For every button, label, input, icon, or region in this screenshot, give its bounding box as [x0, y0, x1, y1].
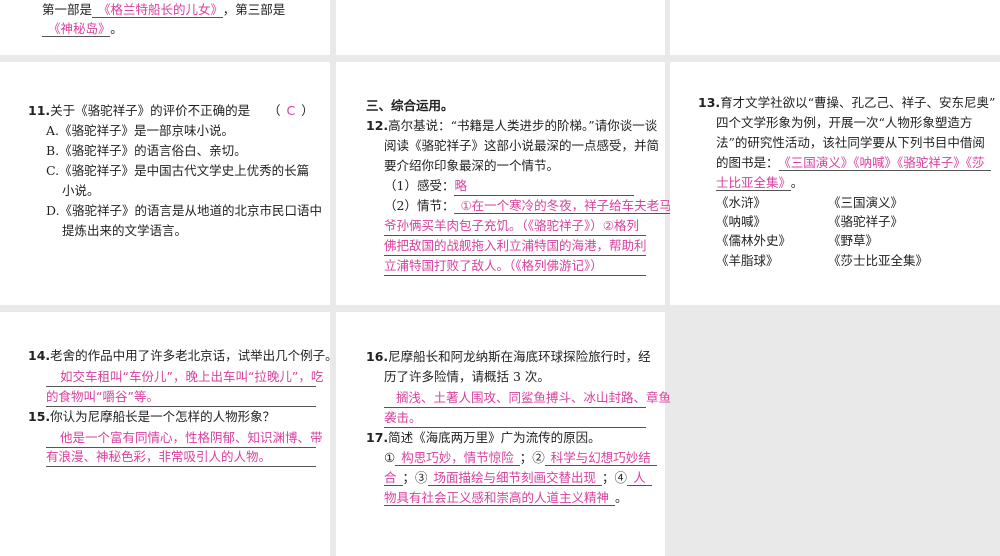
q12-part2: （2）情节： ①在一个寒冷的冬夜，祥子给车夫老马	[384, 197, 678, 215]
book-item: 《三国演义》	[828, 195, 904, 210]
panel-q14-q15: 14.老舍的作品中用了许多老北京话，试举出几个例子。 如交车租叫“车份儿”，晚上…	[0, 312, 338, 556]
text: 。	[790, 175, 804, 190]
section-heading: 三、综合运用。	[366, 98, 454, 113]
question-number: 13.	[698, 95, 721, 110]
q17-stem: 17.简述《海底两万里》广为流传的原因。	[366, 429, 601, 447]
option-c: C.《骆驼祥子》是中国古代文学史上优秀的长篇	[46, 163, 310, 178]
text: ）	[301, 103, 314, 118]
q17-line-1: ① 构思巧妙，情节惊险 ；② 科学与幻想巧妙结	[384, 449, 657, 467]
answer-line: 他是一个富有同情心，性格阴郁、知识渊博、带	[46, 429, 323, 448]
question-number: 17.	[366, 430, 389, 445]
book-item: 《骆驼祥子》	[828, 214, 904, 229]
text: 育才文学社欲以“曹操、孔乙己、祥子、安东尼奥”	[720, 95, 996, 110]
answer: 略	[454, 177, 635, 196]
answer: C	[286, 103, 296, 118]
text: 历了许多险情，请概括 3 次。	[384, 369, 550, 384]
answer-line: 的食物叫“嚼谷”等。	[46, 388, 316, 407]
book-item: 《呐喊》	[716, 214, 767, 229]
q10-line-1: 第一部是 《格兰特船长的儿女》 ，第三部是	[42, 1, 285, 19]
answer-line: 爷孙俩买羊肉包子充饥。（《骆驼祥子》）②格列	[384, 217, 646, 236]
q13-stem: 13.育才文学社欲以“曹操、孔乙己、祥子、安东尼奥”	[698, 94, 995, 112]
book-item: 《儒林外史》	[716, 233, 792, 248]
question-number: 15.	[28, 409, 51, 424]
panel-q16-q17: 16.尼摩船长和阿龙纳斯在海底环球探险旅行时，经 历了许多险情，请概括 3 次。…	[336, 312, 671, 556]
q16-stem: 16.尼摩船长和阿龙纳斯在海底环球探险旅行时，经	[366, 348, 651, 366]
q12-stem: 12.高尔基说：“书籍是人类进步的阶梯。”请你谈一谈	[366, 117, 657, 135]
q15-stem: 15.你认为尼摩船长是一个怎样的人物形象？	[28, 408, 275, 426]
marker: ；③	[402, 470, 428, 485]
text: 的图书是：	[716, 155, 779, 170]
panel-top-right	[670, 0, 1000, 55]
option-b: B.《骆驼祥子》的语言俗白、亲切。	[46, 143, 247, 158]
option-c-cont: 小说。	[62, 183, 100, 198]
question-number: 14.	[28, 348, 51, 363]
q14-stem: 14.老舍的作品中用了许多老北京话，试举出几个例子。	[28, 347, 338, 365]
q13-answer-cont: 士比亚全集》。	[716, 174, 803, 192]
answer: 《神秘岛》	[42, 21, 111, 37]
answer-line: 搁浅、土著人围攻、同鲨鱼搏斗、冰山封路、章鱼	[384, 389, 671, 408]
answer: ①在一个寒冷的冬夜，祥子给车夫老马	[454, 198, 678, 214]
answer-line: 有浪漫、神秘色彩，非常吸引人的人物。	[46, 448, 316, 467]
text: （	[268, 103, 281, 118]
marker: ；④	[602, 470, 628, 485]
text: 。	[110, 21, 123, 36]
answer-line: 袭击。	[384, 409, 646, 428]
text: ，第三部是	[222, 2, 286, 17]
text: 要介绍你印象最深的一个情节。	[384, 158, 560, 173]
panel-q13: 13.育才文学社欲以“曹操、孔乙己、祥子、安东尼奥” 四个文学形象为例，开展一次…	[670, 62, 1000, 305]
book-item: 《野草》	[828, 233, 879, 248]
answer: 合	[384, 470, 403, 486]
text: 。	[615, 490, 628, 505]
option-d-cont: 提炼出来的文学语言。	[62, 223, 188, 238]
panel-q11: 11.关于《骆驼祥子》的评价不正确的是 （ C ） A.《骆驼祥子》是一部京味小说。…	[0, 62, 330, 305]
label: （2）情节：	[384, 198, 455, 213]
q13-answer: 的图书是： 《三国演义》《呐喊》《骆驼祥子》《莎	[716, 154, 991, 172]
answer-line: 如交车租叫“车份儿”，晚上出车叫“拉晚儿”，吃	[46, 368, 323, 387]
answer: 构思巧妙，情节惊险	[395, 450, 520, 466]
answer: 人	[627, 470, 652, 486]
question-number: 16.	[366, 349, 389, 364]
option-d: D.《骆驼祥子》的语言是从地道的北京市民口语中	[46, 203, 323, 218]
answer: 士比亚全集》	[716, 175, 791, 191]
text: 阅读《骆驼祥子》这部小说最深的一点感受，并简	[384, 138, 660, 153]
answer: 场面描绘与细节刻画交替出现	[427, 470, 603, 486]
book-item: 《水浒》	[716, 195, 767, 210]
question-number: 11.	[28, 103, 51, 118]
text: 关于《骆驼祥子》的评价不正确的是	[50, 103, 251, 118]
text: 你认为尼摩船长是一个怎样的人物形象？	[50, 409, 276, 424]
answer: 《格兰特船长的儿女》	[92, 2, 223, 18]
answer: 科学与幻想巧妙结	[544, 450, 657, 466]
label: （1）感受：	[384, 178, 455, 193]
text: 简述《海底两万里》广为流传的原因。	[388, 430, 601, 445]
text: 四个文学形象为例，开展一次“人物形象塑造方	[716, 115, 973, 130]
q17-line-3: 物具有社会正义感和崇高的人道主义精神。	[384, 489, 628, 507]
book-item: 《莎士比亚全集》	[828, 253, 929, 268]
text: 高尔基说：“书籍是人类进步的阶梯。”请你谈一谈	[388, 118, 658, 133]
marker: ；②	[519, 450, 545, 465]
q10-line-2: 《神秘岛》。	[42, 20, 123, 38]
question-number: 12.	[366, 118, 389, 133]
q11-answer: （ C ）	[268, 102, 314, 120]
panel-top-middle	[336, 0, 665, 55]
q11-stem: 11.关于《骆驼祥子》的评价不正确的是	[28, 102, 250, 120]
text: 第一部是	[42, 2, 93, 17]
marker: ①	[384, 450, 396, 465]
answer: 《三国演义》《呐喊》《骆驼祥子》《莎	[778, 155, 991, 171]
option-a: A.《骆驼祥子》是一部京味小说。	[46, 123, 235, 138]
book-item: 《羊脂球》	[716, 253, 779, 268]
text: 老舍的作品中用了许多老北京话，试举出几个例子。	[50, 348, 338, 363]
q17-line-2: 合；③ 场面描绘与细节刻画交替出现 ；④ 人	[384, 469, 652, 487]
answer-line: 立浦特国打败了敌人。（《格列佛游记》）	[384, 257, 646, 276]
q12-part1: （1）感受：略	[384, 177, 646, 196]
answer: 物具有社会正义感和崇高的人道主义精神	[384, 490, 616, 506]
panel-top-left: 第一部是 《格兰特船长的儿女》 ，第三部是 《神秘岛》。	[0, 0, 330, 55]
answer-line: 佛把敌国的战舰拖入利立浦特国的海港，帮助利	[384, 237, 647, 256]
text: 法”的研究性活动，该社同学要从下列书目中借阅	[716, 135, 985, 150]
text: 尼摩船长和阿龙纳斯在海底环球探险旅行时，经	[388, 349, 651, 364]
panel-q12: 三、综合运用。 12.高尔基说：“书籍是人类进步的阶梯。”请你谈一谈 阅读《骆驼…	[336, 62, 678, 305]
